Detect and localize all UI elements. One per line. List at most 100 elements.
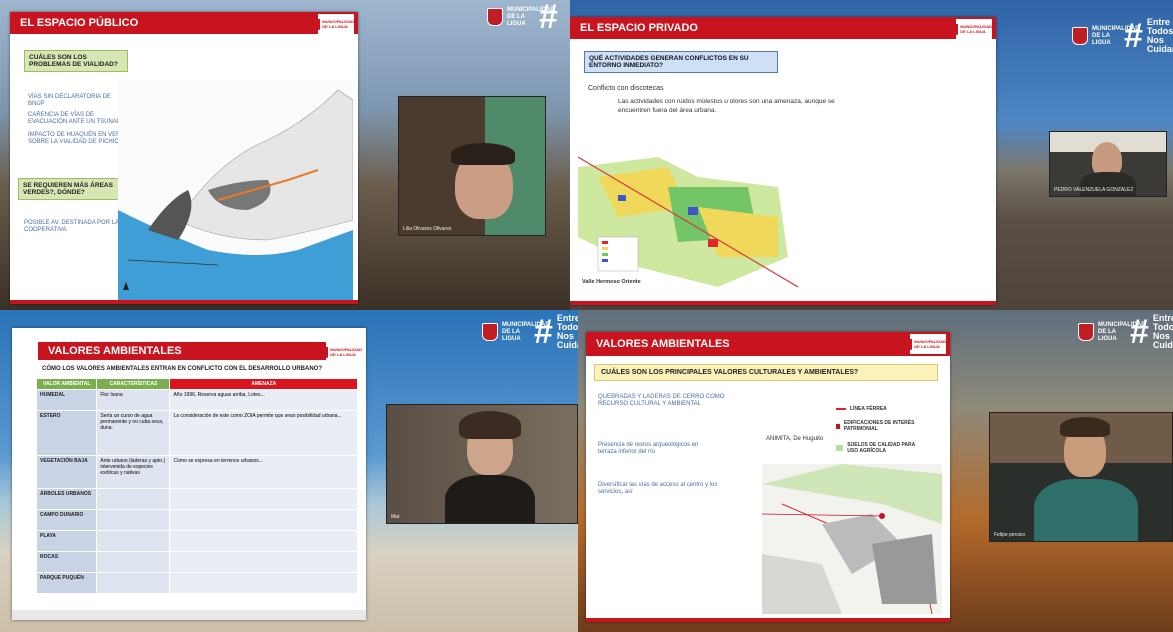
slide-title: VALORES AMBIENTALES — [586, 332, 950, 356]
cell-feature — [96, 551, 171, 573]
cell-name: ESTERO — [35, 410, 98, 456]
brand-logo: MUNICIPALIDAD DE LA LIGUA # Entre Todos … — [482, 314, 578, 350]
participant-body — [1034, 479, 1138, 541]
shared-slide: VALORES AMBIENTALES MUNICIPALIDAD DE LA … — [12, 328, 366, 620]
slide-logo: MUNICIPALIDAD DE LA LIGUA — [956, 19, 992, 39]
cell-threat — [169, 530, 358, 552]
slide-footer — [570, 301, 996, 305]
participant-name: Felipe persico — [994, 532, 1026, 538]
brand-hashtag: # — [1124, 17, 1143, 55]
question-box: QUÉ ACTIVIDADES GENERAN CONFLICTOS EN SU… — [584, 51, 778, 73]
participant-body — [445, 475, 535, 523]
question-box: CUÁLES SON LOS PRINCIPALES VALORES CULTU… — [594, 364, 938, 381]
legend-heritage: EDIFICACIONES DE INTERÉS PATRIMONIAL — [836, 420, 926, 432]
crest-icon — [1072, 27, 1088, 45]
cell-feature — [96, 488, 171, 510]
crest-icon — [487, 8, 503, 26]
cell-name: CAMPO DUNARIO — [35, 509, 98, 531]
note-4: POSIBLE AV. DESTINADA POR LA COOPERATIVA — [24, 220, 119, 233]
slide-logo: MUNICIPALIDAD DE LA LIGUA — [318, 14, 354, 34]
cultural-values-map — [762, 464, 942, 614]
header-value: VALOR AMBIENTAL — [35, 378, 98, 390]
slide-footer — [586, 618, 950, 622]
note-3: Diversificar las vías de acceso al centr… — [598, 482, 718, 495]
question-box-2: SE REQUIEREN MÁS ÁREAS VERDES?, DÓNDE? — [18, 178, 122, 200]
header-threat: AMENAZA — [169, 378, 358, 390]
table-row: ÁRBOLES URBANOS — [35, 488, 358, 510]
table-row: PLAYA — [35, 530, 358, 552]
legend-swatch-railway — [836, 408, 846, 410]
cell-feature — [96, 509, 171, 531]
note-1: QUEBRADAS Y LADERAS DE CERRO COMO RECURS… — [598, 394, 725, 407]
participant-name: PEDRO VALENZUELA GONZALEZ — [1054, 187, 1134, 193]
participant-body — [1080, 172, 1136, 196]
video-tile-2: MUNICIPALIDAD DE LA LIGUA # Entre Todos … — [570, 0, 1173, 310]
cell-name: VEGETACIÓN BAJA — [35, 455, 98, 489]
cell-feature: Ante urbano (laderas y apto.) intervenid… — [96, 455, 171, 489]
cell-feature — [96, 530, 171, 552]
map-pichicuy — [118, 80, 353, 300]
cell-name: PARQUE PUQUÉN — [35, 572, 98, 594]
legend-label: SUELOS DE CALIDAD PARA USO AGRÍCOLA — [847, 442, 916, 454]
participant-name: Lilia Olivares Olivares — [403, 226, 452, 232]
slide-logo-text: MUNICIPALIDAD DE LA LIGUA — [914, 339, 946, 349]
video-tile-4: MUNICIPALIDAD DE LA LIGUA # Entre Todos … — [578, 310, 1173, 632]
table-row: ESTERO Sería un curso de agua permanente … — [35, 410, 358, 456]
cell-name: ROCAS — [35, 551, 98, 573]
brand-tagline: Entre Todos Nos Cuidamos — [1146, 17, 1173, 54]
table-row: ROCAS — [35, 551, 358, 573]
brand-hashtag: # — [1130, 313, 1149, 351]
crest-icon — [1078, 323, 1094, 341]
presenter-taskbar — [12, 610, 366, 620]
participant-hair — [451, 143, 515, 165]
video-tile-1: MUNICIPALIDAD DE LA LIGUA # EL ESPACIO P… — [0, 0, 570, 310]
note-2: CARENCIA DE VÍAS DE EVACUACIÓN ANTE UN T… — [28, 112, 124, 125]
place-label: ANIMITA, De Huguito — [766, 436, 824, 442]
table-row: HUMEDAL Flor Isana Año 1996, Reserva aguas… — [35, 389, 358, 411]
brand-municipality: MUNICIPALIDAD DE LA LIGUA — [502, 321, 550, 342]
brand-tagline: Entre Todos Nos Cuidamos — [556, 313, 578, 350]
slide-logo: MUNICIPALIDAD DE LA LIGUA — [910, 334, 946, 354]
cell-threat: Como se expresa en terrenos urbanos... — [169, 455, 358, 489]
participant-video-1: Lilia Olivares Olivares — [398, 96, 546, 236]
brand-logo: MUNICIPALIDAD DE LA LIGUA # Entre Todos … — [1072, 18, 1173, 54]
cell-name: PLAYA — [35, 530, 98, 552]
values-table: VALOR AMBIENTAL CARACTERÍSTICAS AMENAZA … — [35, 378, 358, 594]
slide-title: VALORES AMBIENTALES — [38, 342, 336, 360]
slide-logo-text: MUNICIPALIDAD DE LA LIGUA — [322, 19, 354, 29]
cell-threat — [169, 509, 358, 531]
slide-title: EL ESPACIO PÚBLICO — [10, 12, 358, 34]
participant-video-3: Mar — [386, 404, 578, 524]
brand-municipality: MUNICIPALIDAD DE LA LIGUA — [1098, 321, 1146, 342]
slide-logo-text: MUNICIPALIDAD DE LA LIGUA — [960, 24, 992, 34]
question-box: CUÁLES SON LOS PROBLEMAS DE VIALIDAD? — [24, 50, 128, 72]
legend-swatch-soil — [836, 445, 844, 451]
question-text: CÓMO LOS VALORES AMBIENTALES ENTRAN EN C… — [42, 366, 323, 372]
cell-feature: Flor Isana — [96, 389, 171, 411]
legend-railway: LÍNEA FÉRREA — [836, 406, 887, 412]
video-tile-3: MUNICIPALIDAD DE LA LIGUA # Entre Todos … — [0, 310, 578, 632]
brand-hashtag: # — [539, 0, 558, 36]
brand-logo: MUNICIPALIDAD DE LA LIGUA # Entre Todos … — [1078, 314, 1173, 350]
header-features: CARACTERÍSTICAS — [96, 378, 171, 390]
brand-municipality: MUNICIPALIDAD DE LA LIGUA — [507, 6, 555, 27]
cell-feature — [96, 572, 171, 594]
slide-logo-text: MUNICIPALIDAD DE LA LIGUA — [330, 347, 362, 357]
brand-hashtag: # — [534, 313, 553, 351]
brand-logo: MUNICIPALIDAD DE LA LIGUA # — [487, 0, 558, 36]
cell-threat — [169, 488, 358, 510]
cell-threat — [169, 572, 358, 594]
cell-feature: Sería un curso de agua permanente y no c… — [96, 410, 171, 456]
participant-hair — [459, 411, 521, 439]
brand-municipality: MUNICIPALIDAD DE LA LIGUA — [1092, 25, 1140, 46]
brand-tagline: Entre Todos Nos Cuidamos — [1152, 313, 1173, 350]
shared-slide: EL ESPACIO PÚBLICO MUNICIPALIDAD DE LA L… — [10, 12, 358, 304]
cell-threat: La consideración de este como ZOIA permi… — [169, 410, 358, 456]
land-use-map — [578, 147, 798, 297]
table-row: VEGETACIÓN BAJA Ante urbano (laderas y ap… — [35, 455, 358, 489]
participant-video-4: Felipe persico — [989, 412, 1173, 542]
cell-threat: Año 1996, Reserva aguas arriba, Lotes... — [169, 389, 358, 411]
shared-slide: EL ESPACIO PRIVADO MUNICIPALIDAD DE LA L… — [570, 17, 996, 305]
crest-icon — [482, 323, 498, 341]
cell-name: HUMEDAL — [35, 389, 98, 411]
